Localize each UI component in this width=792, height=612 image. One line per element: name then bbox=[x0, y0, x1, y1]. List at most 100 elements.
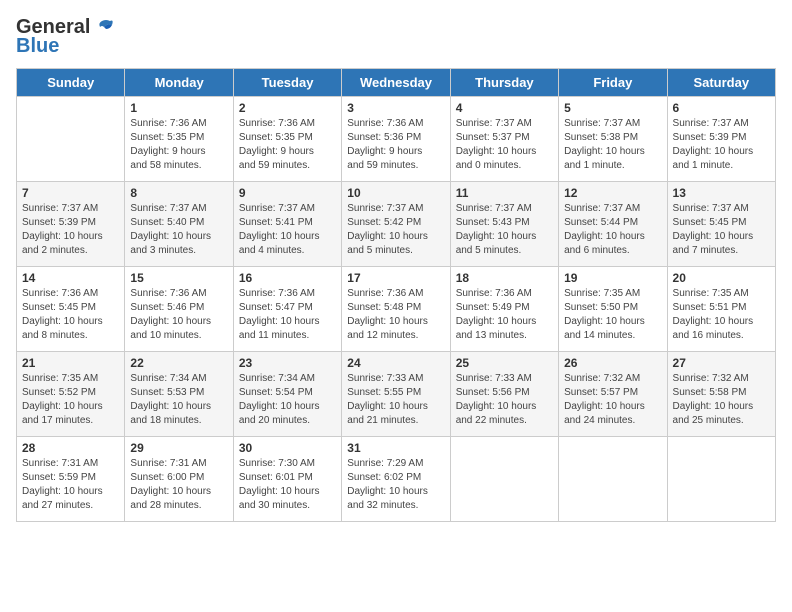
day-info: Sunrise: 7:33 AM Sunset: 5:56 PM Dayligh… bbox=[456, 372, 553, 428]
day-info: Sunrise: 7:35 AM Sunset: 5:51 PM Dayligh… bbox=[673, 287, 770, 343]
day-info: Sunrise: 7:32 AM Sunset: 5:58 PM Dayligh… bbox=[673, 372, 770, 428]
calendar-cell: 13 Sunrise: 7:37 AM Sunset: 5:45 PM Dayli… bbox=[667, 182, 775, 267]
logo: General Blue bbox=[16, 16, 114, 58]
day-info: Sunrise: 7:30 AM Sunset: 6:01 PM Dayligh… bbox=[239, 457, 336, 513]
day-info: Sunrise: 7:36 AM Sunset: 5:49 PM Dayligh… bbox=[456, 287, 553, 343]
day-of-week-header: Saturday bbox=[667, 69, 775, 97]
day-of-week-header: Wednesday bbox=[342, 69, 450, 97]
day-number: 21 bbox=[22, 356, 119, 370]
calendar-cell: 20 Sunrise: 7:35 AM Sunset: 5:51 PM Dayli… bbox=[667, 267, 775, 352]
day-number: 24 bbox=[347, 356, 444, 370]
day-number: 7 bbox=[22, 186, 119, 200]
day-info: Sunrise: 7:35 AM Sunset: 5:50 PM Dayligh… bbox=[564, 287, 661, 343]
calendar-cell: 25 Sunrise: 7:33 AM Sunset: 5:56 PM Dayli… bbox=[450, 352, 558, 437]
calendar-cell bbox=[17, 97, 125, 182]
calendar-cell: 2 Sunrise: 7:36 AM Sunset: 5:35 PM Daylig… bbox=[233, 97, 341, 182]
day-info: Sunrise: 7:37 AM Sunset: 5:41 PM Dayligh… bbox=[239, 202, 336, 258]
day-number: 22 bbox=[130, 356, 227, 370]
logo-bird-icon bbox=[92, 17, 114, 39]
day-info: Sunrise: 7:37 AM Sunset: 5:39 PM Dayligh… bbox=[673, 117, 770, 173]
day-number: 14 bbox=[22, 271, 119, 285]
calendar-cell: 27 Sunrise: 7:32 AM Sunset: 5:58 PM Dayli… bbox=[667, 352, 775, 437]
calendar-cell: 19 Sunrise: 7:35 AM Sunset: 5:50 PM Dayli… bbox=[559, 267, 667, 352]
day-number: 27 bbox=[673, 356, 770, 370]
day-number: 12 bbox=[564, 186, 661, 200]
day-of-week-header: Thursday bbox=[450, 69, 558, 97]
day-info: Sunrise: 7:29 AM Sunset: 6:02 PM Dayligh… bbox=[347, 457, 444, 513]
calendar-cell: 29Sunrise: 7:31 AM Sunset: 6:00 PM Dayli… bbox=[125, 437, 233, 522]
day-number: 23 bbox=[239, 356, 336, 370]
day-number: 16 bbox=[239, 271, 336, 285]
day-info: Sunrise: 7:36 AM Sunset: 5:48 PM Dayligh… bbox=[347, 287, 444, 343]
day-number: 3 bbox=[347, 101, 444, 115]
day-info: Sunrise: 7:37 AM Sunset: 5:42 PM Dayligh… bbox=[347, 202, 444, 258]
day-of-week-header: Monday bbox=[125, 69, 233, 97]
day-info: Sunrise: 7:36 AM Sunset: 5:46 PM Dayligh… bbox=[130, 287, 227, 343]
day-number: 26 bbox=[564, 356, 661, 370]
day-number: 2 bbox=[239, 101, 336, 115]
calendar-cell: 24 Sunrise: 7:33 AM Sunset: 5:55 PM Dayli… bbox=[342, 352, 450, 437]
day-of-week-header: Sunday bbox=[17, 69, 125, 97]
day-info: Sunrise: 7:37 AM Sunset: 5:43 PM Dayligh… bbox=[456, 202, 553, 258]
day-number: 6 bbox=[673, 101, 770, 115]
calendar-cell: 9 Sunrise: 7:37 AM Sunset: 5:41 PM Daylig… bbox=[233, 182, 341, 267]
day-info: Sunrise: 7:36 AM Sunset: 5:35 PM Dayligh… bbox=[239, 117, 336, 173]
day-info: Sunrise: 7:31 AM Sunset: 5:59 PM Dayligh… bbox=[22, 457, 119, 513]
day-info: Sunrise: 7:37 AM Sunset: 5:45 PM Dayligh… bbox=[673, 202, 770, 258]
day-info: Sunrise: 7:37 AM Sunset: 5:40 PM Dayligh… bbox=[130, 202, 227, 258]
calendar-cell: 23 Sunrise: 7:34 AM Sunset: 5:54 PM Dayli… bbox=[233, 352, 341, 437]
calendar-cell: 18 Sunrise: 7:36 AM Sunset: 5:49 PM Dayli… bbox=[450, 267, 558, 352]
calendar-cell bbox=[450, 437, 558, 522]
day-info: Sunrise: 7:36 AM Sunset: 5:35 PM Dayligh… bbox=[130, 117, 227, 173]
day-info: Sunrise: 7:36 AM Sunset: 5:36 PM Dayligh… bbox=[347, 117, 444, 173]
day-number: 9 bbox=[239, 186, 336, 200]
calendar-cell: 17 Sunrise: 7:36 AM Sunset: 5:48 PM Dayli… bbox=[342, 267, 450, 352]
day-info: Sunrise: 7:36 AM Sunset: 5:47 PM Dayligh… bbox=[239, 287, 336, 343]
day-info: Sunrise: 7:34 AM Sunset: 5:54 PM Dayligh… bbox=[239, 372, 336, 428]
day-number: 20 bbox=[673, 271, 770, 285]
day-of-week-header: Tuesday bbox=[233, 69, 341, 97]
calendar-cell: 30 Sunrise: 7:30 AM Sunset: 6:01 PM Dayli… bbox=[233, 437, 341, 522]
calendar-cell: 12 Sunrise: 7:37 AM Sunset: 5:44 PM Dayli… bbox=[559, 182, 667, 267]
calendar-cell: 1 Sunrise: 7:36 AM Sunset: 5:35 PM Daylig… bbox=[125, 97, 233, 182]
calendar-cell: 26 Sunrise: 7:32 AM Sunset: 5:57 PM Dayli… bbox=[559, 352, 667, 437]
day-info: Sunrise: 7:32 AM Sunset: 5:57 PM Dayligh… bbox=[564, 372, 661, 428]
day-info: Sunrise: 7:33 AM Sunset: 5:55 PM Dayligh… bbox=[347, 372, 444, 428]
calendar-cell: 16 Sunrise: 7:36 AM Sunset: 5:47 PM Dayli… bbox=[233, 267, 341, 352]
day-of-week-header: Friday bbox=[559, 69, 667, 97]
day-info: Sunrise: 7:37 AM Sunset: 5:37 PM Dayligh… bbox=[456, 117, 553, 173]
day-number: 13 bbox=[673, 186, 770, 200]
calendar-cell: 4 Sunrise: 7:37 AM Sunset: 5:37 PM Daylig… bbox=[450, 97, 558, 182]
day-number: 15 bbox=[130, 271, 227, 285]
day-number: 8 bbox=[130, 186, 227, 200]
calendar-cell: 3 Sunrise: 7:36 AM Sunset: 5:36 PM Daylig… bbox=[342, 97, 450, 182]
day-number: 5 bbox=[564, 101, 661, 115]
day-number: 19 bbox=[564, 271, 661, 285]
day-number: 10 bbox=[347, 186, 444, 200]
day-number: 31 bbox=[347, 441, 444, 455]
day-info: Sunrise: 7:37 AM Sunset: 5:44 PM Dayligh… bbox=[564, 202, 661, 258]
day-info: Sunrise: 7:37 AM Sunset: 5:38 PM Dayligh… bbox=[564, 117, 661, 173]
day-number: 29 bbox=[130, 441, 227, 455]
day-info: Sunrise: 7:34 AM Sunset: 5:53 PM Dayligh… bbox=[130, 372, 227, 428]
day-number: 30 bbox=[239, 441, 336, 455]
calendar-cell: 11Sunrise: 7:37 AM Sunset: 5:43 PM Dayli… bbox=[450, 182, 558, 267]
day-number: 1 bbox=[130, 101, 227, 115]
day-number: 17 bbox=[347, 271, 444, 285]
calendar-cell: 31 Sunrise: 7:29 AM Sunset: 6:02 PM Dayli… bbox=[342, 437, 450, 522]
day-info: Sunrise: 7:35 AM Sunset: 5:52 PM Dayligh… bbox=[22, 372, 119, 428]
day-number: 28 bbox=[22, 441, 119, 455]
calendar-cell: 7Sunrise: 7:37 AM Sunset: 5:39 PM Daylig… bbox=[17, 182, 125, 267]
calendar-cell: 22 Sunrise: 7:34 AM Sunset: 5:53 PM Dayli… bbox=[125, 352, 233, 437]
calendar-cell: 6 Sunrise: 7:37 AM Sunset: 5:39 PM Daylig… bbox=[667, 97, 775, 182]
calendar-cell: 10 Sunrise: 7:37 AM Sunset: 5:42 PM Dayli… bbox=[342, 182, 450, 267]
calendar-cell: 5 Sunrise: 7:37 AM Sunset: 5:38 PM Daylig… bbox=[559, 97, 667, 182]
day-number: 25 bbox=[456, 356, 553, 370]
day-number: 4 bbox=[456, 101, 553, 115]
day-number: 18 bbox=[456, 271, 553, 285]
calendar-cell: 14Sunrise: 7:36 AM Sunset: 5:45 PM Dayli… bbox=[17, 267, 125, 352]
calendar-table: SundayMondayTuesdayWednesdayThursdayFrid… bbox=[16, 68, 776, 522]
calendar-cell: 28 Sunrise: 7:31 AM Sunset: 5:59 PM Dayli… bbox=[17, 437, 125, 522]
calendar-cell bbox=[559, 437, 667, 522]
calendar-cell: 21 Sunrise: 7:35 AM Sunset: 5:52 PM Dayli… bbox=[17, 352, 125, 437]
